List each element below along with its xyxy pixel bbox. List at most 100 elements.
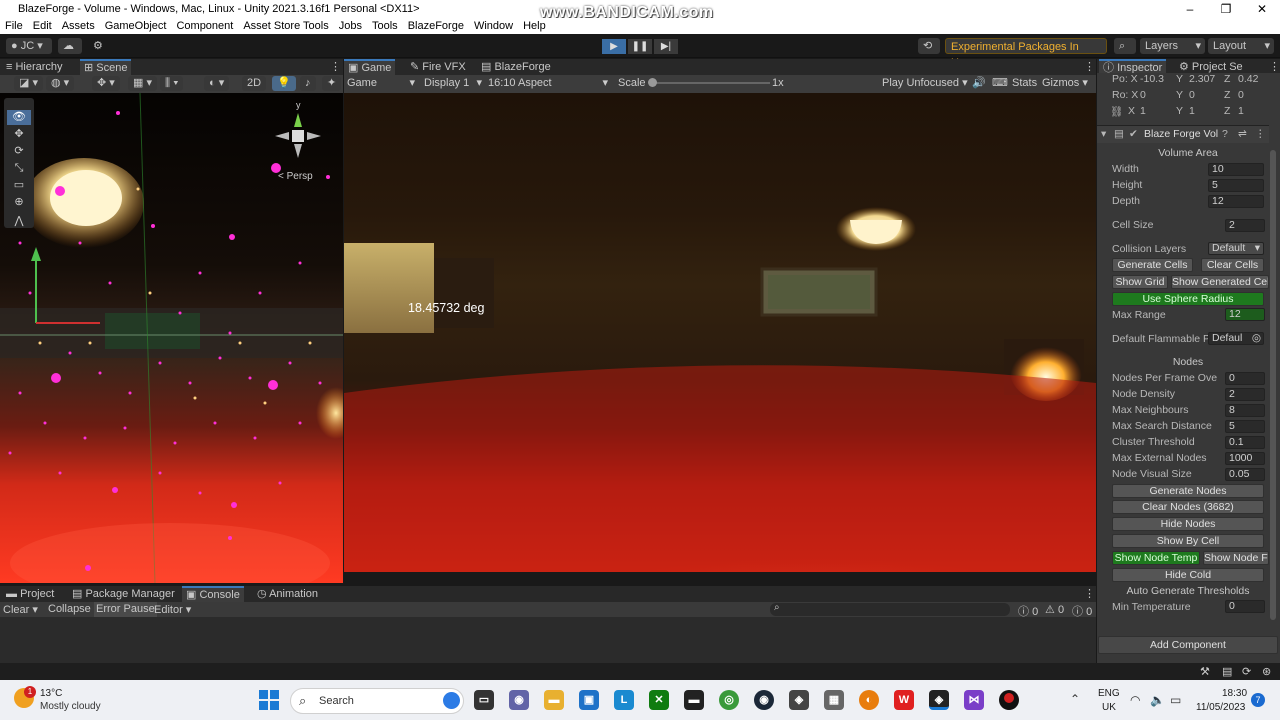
game-view-select[interactable]: Game ▾ [347,76,417,91]
width-field[interactable]: 10 [1208,163,1264,176]
chrome-icon[interactable]: ◎ [719,690,739,710]
rotation-y[interactable]: 0 [1189,89,1195,101]
2d-toggle[interactable]: 2D [242,76,267,91]
unity-hub-icon[interactable]: ◈ [789,690,809,710]
foldout-arrow-icon[interactable]: ▾ [1101,128,1106,140]
maximize-button[interactable]: ❐ [1208,0,1244,18]
layout-dropdown[interactable]: Layout ▾ [1208,38,1274,54]
status-icon-d[interactable]: ⊛ [1262,665,1271,678]
tab-console[interactable]: ▣ Console [182,586,244,602]
cloud-icon[interactable]: ☁ [58,38,82,54]
generate-cells-button[interactable]: Generate Cells [1112,258,1193,272]
show-node-temp-button[interactable]: Show Node Temp [1112,551,1200,565]
close-button[interactable]: ✕ [1244,0,1280,18]
status-icon-b[interactable]: ▤ [1222,665,1232,678]
console-search-input[interactable]: ⌕ [770,602,1010,616]
app-cube-icon[interactable]: ▦ [824,690,844,710]
collision-layers-dropdown[interactable]: Default ▾ [1208,242,1264,255]
file-explorer-icon[interactable]: ▬ [544,690,564,710]
menu-component[interactable]: Component [176,20,233,32]
effects-icon[interactable]: ✦ [322,76,342,91]
steam-icon[interactable]: ◉ [754,690,774,710]
scale-tool-icon[interactable]: ⤡ [7,161,31,176]
search-icon[interactable]: ⌕ [1114,38,1136,54]
blender-icon[interactable]: ◐ [859,690,879,710]
weather-temp[interactable]: 13°C [40,688,62,699]
max-range-field[interactable]: 12 [1225,308,1265,321]
warning-count[interactable]: ⚠ 0 [1045,603,1064,616]
experimental-packages-dropdown[interactable]: Experimental Packages In Use ▾ [945,38,1107,69]
app-l-icon[interactable]: L [614,690,634,710]
tab-package-manager[interactable]: ▤ Package Manager [68,586,179,602]
wifi-icon[interactable]: ◠ [1130,693,1140,707]
stats-button[interactable]: Stats [1012,76,1037,91]
snap-increment-icon[interactable]: ⫼ ▾ [160,76,184,91]
rotate-tool-icon[interactable]: ⟳ [7,144,31,159]
more-icon[interactable]: ⋮ [326,59,345,75]
shading-mode-icon[interactable]: ◪ ▾ [14,76,43,91]
tab-animation[interactable]: ◷ Animation [253,586,322,602]
add-component-button[interactable]: Add Component [1098,636,1278,654]
position-x[interactable]: -10.3 [1140,73,1164,85]
pause-button[interactable]: ❚❚ [628,39,652,54]
move-tool-icon[interactable]: ✥ [7,127,31,142]
weather-desc[interactable]: Mostly cloudy [40,701,101,712]
nodes-per-frame-field[interactable]: 0 [1225,372,1265,385]
scene-view[interactable]: 👁 ✥ ⟳ ⤡ ▭ ⊕ ⋀ y < Persp [0,93,343,583]
hide-nodes-button[interactable]: Hide Nodes [1112,517,1264,531]
tab-hierarchy[interactable]: ≡ Hierarchy [2,59,67,75]
tab-fire-vfx[interactable]: ✎ Fire VFX [406,59,470,75]
custom-tool-icon[interactable]: ⋀ [7,214,31,229]
min-temperature-field[interactable]: 0 [1225,600,1265,613]
lighting-icon[interactable]: 💡 [272,76,296,91]
rotation-x[interactable]: 0 [1140,89,1146,101]
transform-tool-icon[interactable]: ⊕ [7,195,31,210]
move-snap-icon[interactable]: ✥ ▾ [92,76,120,91]
aspect-select[interactable]: 16:10 Aspect ▾ [488,76,610,91]
max-external-nodes-field[interactable]: 1000 [1225,452,1265,465]
region-label[interactable]: UK [1102,702,1116,713]
app-pill-icon[interactable]: ▬ [684,690,704,710]
component-menu-icon[interactable]: ⋮ [1255,128,1266,140]
cell-size-field[interactable]: 2 [1225,219,1265,232]
clear-button[interactable]: Clear ▾ [3,603,38,616]
max-neighbours-field[interactable]: 8 [1225,404,1265,417]
generate-nodes-button[interactable]: Generate Nodes [1112,484,1264,498]
grid-icon[interactable]: ▦ ▾ [128,76,157,91]
taskbar-search[interactable]: ⌕ Search [290,688,464,714]
game-view[interactable]: 18.45732 deg [344,93,1096,572]
menu-tools[interactable]: Tools [372,20,398,32]
scale-slider[interactable] [650,82,770,84]
menu-assets[interactable]: Assets [62,20,95,32]
menu-edit[interactable]: Edit [33,20,52,32]
menu-file[interactable]: File [5,20,23,32]
minimize-button[interactable]: – [1172,0,1208,18]
unity-icon[interactable]: ◈ [929,690,949,710]
audio-icon[interactable]: ♪ [300,76,316,91]
view-tool-icon[interactable]: 👁 [7,110,31,125]
position-z[interactable]: 0.42 [1238,73,1258,85]
persp-label[interactable]: < Persp [278,171,313,182]
object-picker-icon[interactable]: ◎ [1252,333,1261,344]
use-sphere-radius-button[interactable]: Use Sphere Radius [1112,292,1264,306]
play-unfocused-select[interactable]: Play Unfocused ▾ [882,76,968,91]
menu-window[interactable]: Window [474,20,513,32]
scale-z[interactable]: 1 [1238,105,1244,117]
clock-date[interactable]: 11/05/2023 [1196,702,1245,713]
globe-icon[interactable]: ◍ ▾ [46,76,75,91]
teams-icon[interactable]: ◉ [509,690,529,710]
info-count[interactable]: ⓘ 0 [1018,603,1038,619]
tray-chevron-icon[interactable]: ⌃ [1070,692,1080,706]
task-view-icon[interactable]: ▭ [474,690,494,710]
editor-dropdown[interactable]: Editor ▾ [154,603,191,616]
mute-audio-icon[interactable]: 🔊 [972,76,986,91]
position-y[interactable]: 2.307 [1189,73,1215,85]
rotation-z[interactable]: 0 [1238,89,1244,101]
tab-project[interactable]: ▬ Project [2,586,58,602]
presets-icon[interactable]: ⇌ [1238,128,1247,140]
play-button[interactable]: ▶ [602,39,626,54]
show-by-cell-button[interactable]: Show By Cell [1112,534,1264,548]
show-grid-button[interactable]: Show Grid [1112,275,1168,289]
tab-blazeforge[interactable]: ▤ BlazeForge [477,59,555,75]
step-button[interactable]: ▶| [654,39,678,54]
